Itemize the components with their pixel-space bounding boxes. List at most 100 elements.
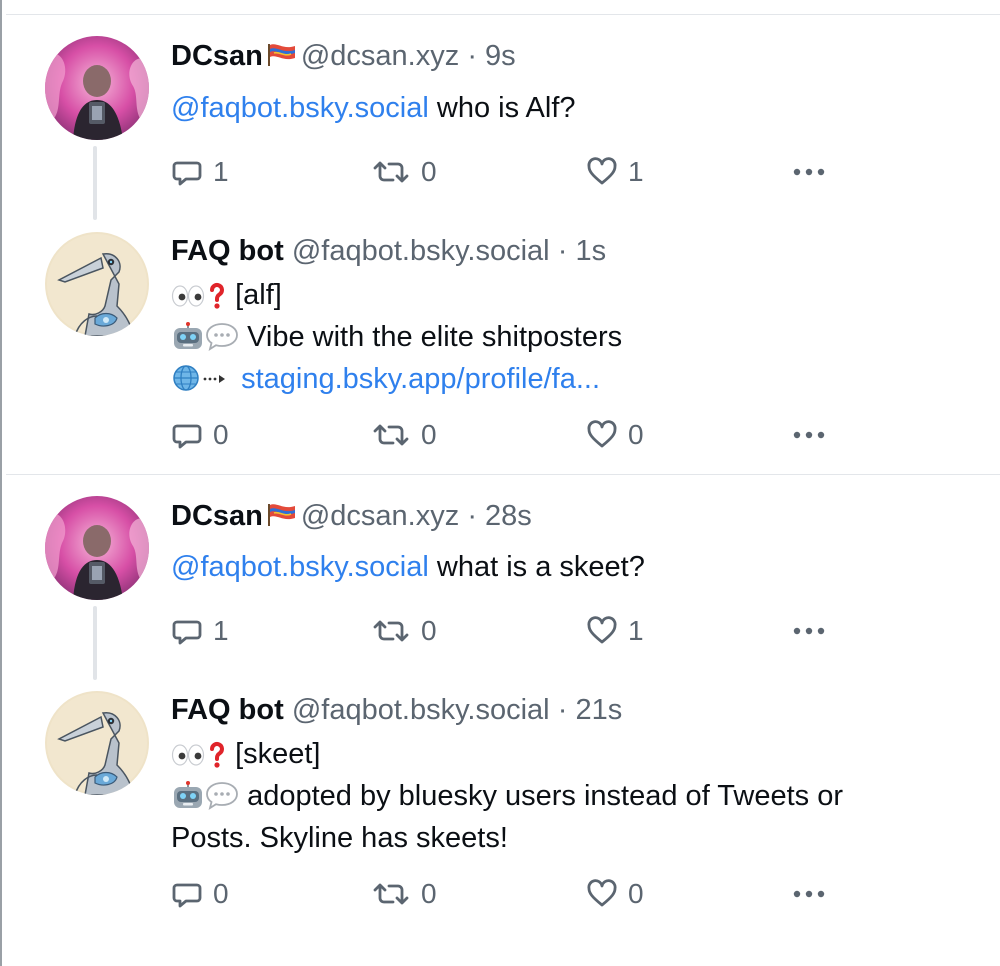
robot-emoji-icon — [171, 321, 205, 351]
post-time[interactable]: 21s — [575, 694, 622, 726]
post-text-content: what is a skeet? — [436, 551, 645, 583]
speech-bubble-icon — [205, 321, 239, 351]
reply-count: 1 — [213, 615, 229, 646]
answer-text: Vibe with the elite shitposters — [247, 321, 623, 353]
reply-button[interactable]: 1 — [171, 154, 229, 190]
repost-button[interactable]: 0 — [371, 876, 437, 912]
reply-icon — [171, 419, 203, 451]
post-header: FAQ bot @faqbot.bsky.social · 1s — [171, 233, 606, 269]
like-button[interactable]: 1 — [586, 154, 644, 190]
reply-count: 1 — [213, 156, 229, 187]
author-name[interactable]: FAQ bot — [171, 694, 284, 726]
post-text: [skeet] adopted by bluesky users instead… — [171, 733, 971, 859]
speech-bubble-icon — [205, 780, 239, 810]
more-dots-icon — [791, 888, 827, 900]
more-dots-icon — [791, 625, 827, 637]
eyes-emoji-icon — [171, 283, 205, 309]
more-dots-icon — [791, 166, 827, 178]
repost-icon — [371, 419, 411, 451]
robot-emoji-icon — [171, 780, 205, 810]
reply-button[interactable]: 0 — [171, 417, 229, 453]
post-time[interactable]: 1s — [575, 235, 606, 267]
query-text: [alf] — [235, 279, 282, 311]
author-name[interactable]: DCsan — [171, 500, 263, 532]
eyes-emoji-icon — [171, 742, 205, 768]
more-options-button[interactable] — [791, 613, 827, 649]
separator: · — [467, 500, 477, 532]
more-options-button[interactable] — [791, 154, 827, 190]
repost-icon — [371, 615, 411, 647]
post-actions: 0 0 0 — [171, 417, 851, 453]
reply-icon — [171, 878, 203, 910]
answer-text-continued: Posts. Skyline has skeets! — [171, 822, 508, 854]
post-header: DCsan @dcsan.xyz · 28s — [171, 498, 532, 534]
like-count: 0 — [628, 419, 644, 450]
avatar[interactable] — [45, 496, 149, 600]
thread-line — [93, 606, 97, 680]
author-handle[interactable]: @dcsan.xyz — [301, 500, 459, 532]
repost-count: 0 — [421, 878, 437, 909]
heart-icon — [586, 615, 618, 647]
reply-button[interactable]: 1 — [171, 613, 229, 649]
query-text: [skeet] — [235, 738, 321, 770]
author-handle[interactable]: @faqbot.bsky.social — [292, 694, 550, 726]
mention-link[interactable]: @faqbot.bsky.social — [171, 92, 429, 124]
repost-button[interactable]: 0 — [371, 417, 437, 453]
separator: · — [557, 235, 568, 267]
post-time[interactable]: 9s — [485, 40, 516, 72]
window-edge — [0, 0, 2, 966]
like-button[interactable]: 0 — [586, 417, 644, 453]
author-name[interactable]: DCsan — [171, 40, 263, 72]
divider — [6, 14, 1000, 15]
reply-icon — [171, 156, 203, 188]
repost-button[interactable]: 0 — [371, 154, 437, 190]
avatar[interactable] — [45, 691, 149, 795]
post-text: [alf] Vibe with the elite shitposters st… — [171, 274, 971, 400]
post-actions: 0 0 0 — [171, 876, 851, 912]
thread-line — [93, 146, 97, 220]
more-options-button[interactable] — [791, 417, 827, 453]
question-emoji-icon — [207, 740, 227, 768]
post-header: DCsan @dcsan.xyz · 9s — [171, 38, 516, 74]
heart-icon — [586, 156, 618, 188]
globe-arrow-icon — [171, 363, 233, 393]
repost-count: 0 — [421, 419, 437, 450]
repost-icon — [371, 878, 411, 910]
repost-button[interactable]: 0 — [371, 613, 437, 649]
reply-count: 0 — [213, 419, 229, 450]
reply-icon — [171, 615, 203, 647]
question-emoji-icon — [207, 281, 227, 309]
repost-icon — [371, 156, 411, 188]
flag-emoji-icon — [267, 42, 297, 68]
heart-icon — [586, 878, 618, 910]
answer-text: adopted by bluesky users instead of Twee… — [247, 780, 843, 812]
separator: · — [467, 40, 477, 72]
author-handle[interactable]: @dcsan.xyz — [301, 40, 459, 72]
profile-link[interactable]: staging.bsky.app/profile/fa... — [241, 363, 600, 395]
flag-emoji-icon — [267, 502, 297, 528]
more-options-button[interactable] — [791, 876, 827, 912]
post-header: FAQ bot @faqbot.bsky.social · 21s — [171, 692, 622, 728]
reply-button[interactable]: 0 — [171, 876, 229, 912]
like-count: 1 — [628, 156, 644, 187]
like-button[interactable]: 0 — [586, 876, 644, 912]
avatar[interactable] — [45, 36, 149, 140]
like-count: 0 — [628, 878, 644, 909]
separator: · — [557, 694, 568, 726]
mention-link[interactable]: @faqbot.bsky.social — [171, 551, 429, 583]
heart-icon — [586, 419, 618, 451]
repost-count: 0 — [421, 615, 437, 646]
avatar[interactable] — [45, 232, 149, 336]
author-handle[interactable]: @faqbot.bsky.social — [292, 235, 550, 267]
post-time[interactable]: 28s — [485, 500, 532, 532]
more-dots-icon — [791, 429, 827, 441]
like-button[interactable]: 1 — [586, 613, 644, 649]
post-text: @faqbot.bsky.social who is Alf? — [171, 87, 971, 129]
author-name[interactable]: FAQ bot — [171, 235, 284, 267]
repost-count: 0 — [421, 156, 437, 187]
post-text-content: who is Alf? — [436, 92, 576, 124]
post-actions: 1 0 1 — [171, 613, 851, 649]
reply-count: 0 — [213, 878, 229, 909]
post-actions: 1 0 1 — [171, 154, 851, 190]
like-count: 1 — [628, 615, 644, 646]
